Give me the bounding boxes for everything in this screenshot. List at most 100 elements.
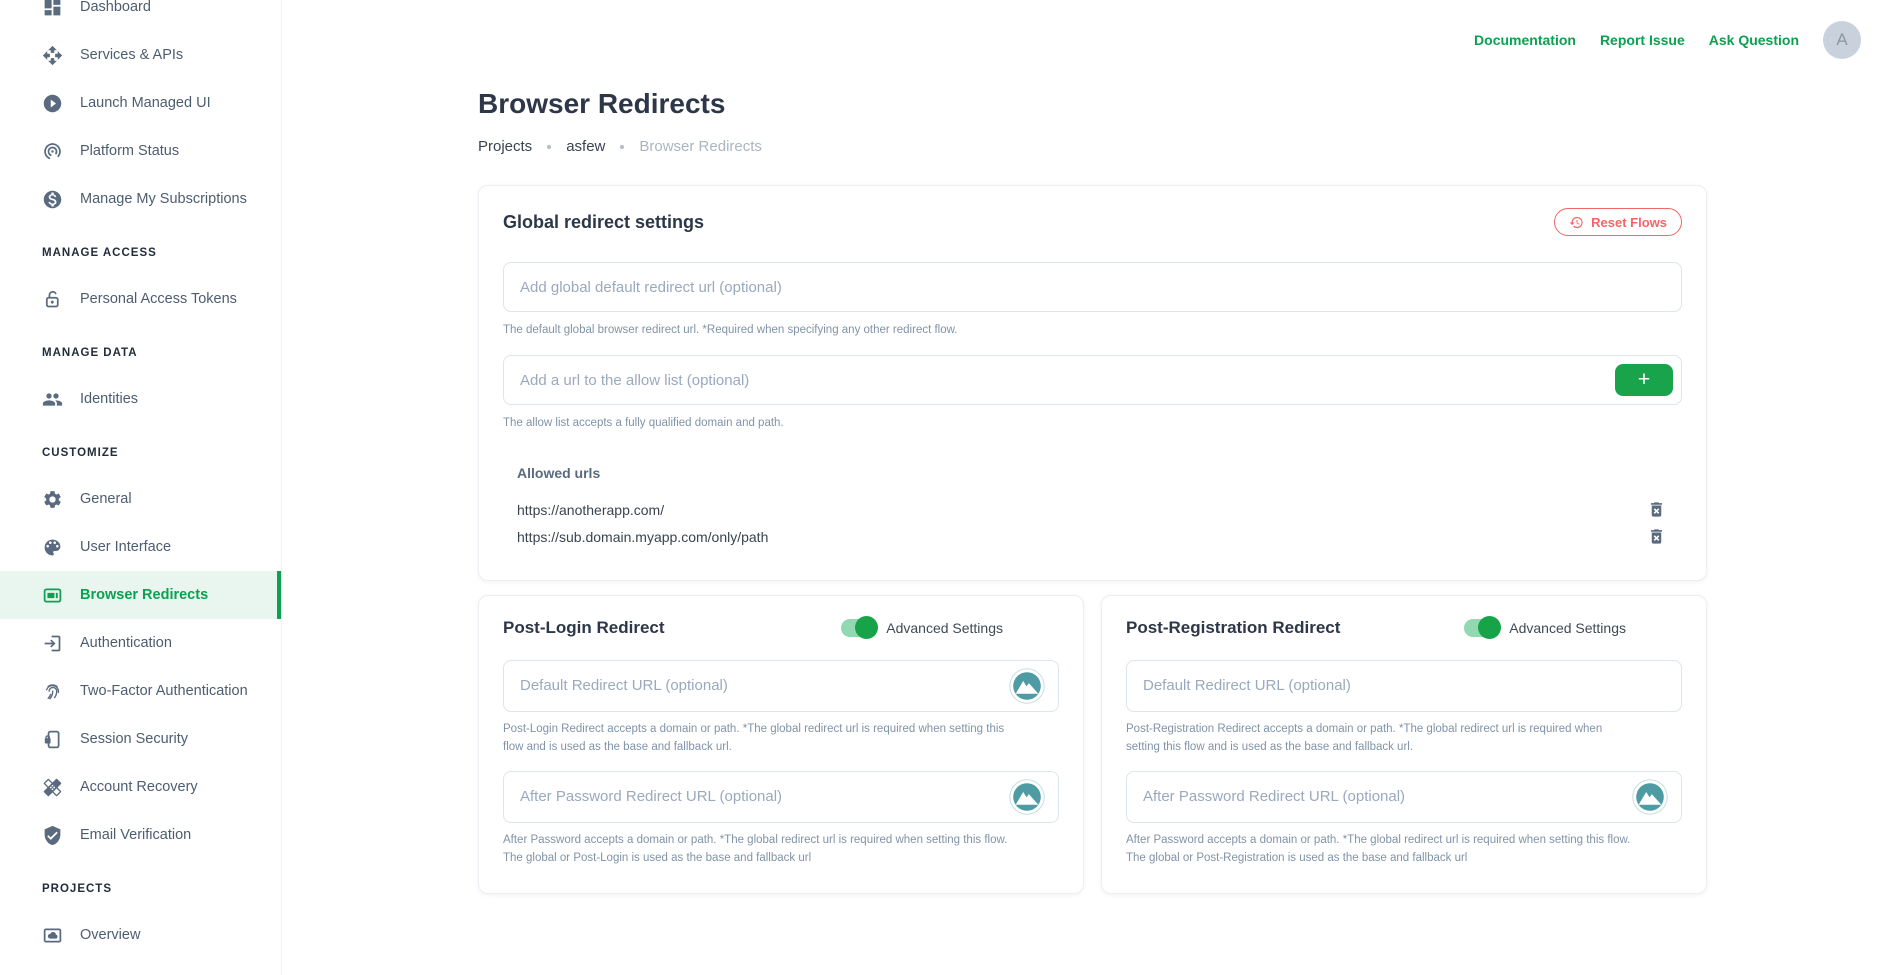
sidebar-item-authentication[interactable]: Authentication — [0, 619, 281, 667]
sidebar-item-label: Identities — [80, 391, 138, 407]
topbar-link-report-issue[interactable]: Report Issue — [1600, 32, 1685, 48]
post-login-advanced-toggle[interactable] — [841, 619, 876, 637]
sidebar-section-header: MANAGE DATA — [0, 331, 281, 375]
sidebar-item-dashboard[interactable]: Dashboard — [0, 0, 281, 31]
topbar: Documentation Report Issue Ask Question A — [282, 0, 1904, 66]
flow-cards-row: Post-Login Redirect Advanced Settings Po… — [478, 595, 1707, 895]
sidebar-item-label: Launch Managed UI — [80, 95, 211, 111]
sidebar-section-header: MANAGE ACCESS — [0, 231, 281, 275]
sidebar-nav-list: Dashboard Services & APIs Launch Managed U… — [0, 0, 281, 959]
sidebar-item-email-verification[interactable]: Email Verification — [0, 811, 281, 859]
post-login-after-help: After Password accepts a domain or path.… — [503, 831, 1008, 868]
post-registration-default-help: Post-Registration Redirect accepts a dom… — [1126, 720, 1631, 757]
sidebar-item-label: Personal Access Tokens — [80, 291, 237, 307]
breadcrumb-item: Browser Redirects — [639, 138, 762, 155]
sidebar-item-label: Email Verification — [80, 827, 191, 843]
healing-icon — [42, 777, 63, 798]
sidebar-section-header: CUSTOMIZE — [0, 431, 281, 475]
sidebar-item-personal-access-tokens[interactable]: Personal Access Tokens — [0, 275, 281, 323]
sidebar-item-user-interface[interactable]: User Interface — [0, 523, 281, 571]
sidebar-item-label: Overview — [80, 927, 140, 943]
sidebar-item-platform-status[interactable]: Platform Status — [0, 127, 281, 175]
topbar-link-ask-question[interactable]: Ask Question — [1709, 32, 1799, 48]
people-icon — [42, 389, 63, 410]
allowed-url-row: https://anotherapp.com/ — [517, 497, 1682, 523]
post-login-default-help: Post-Login Redirect accepts a domain or … — [503, 720, 1008, 757]
delete-url-button[interactable] — [1646, 527, 1666, 547]
breadcrumb-item[interactable]: asfew — [566, 138, 605, 155]
global-card-title: Global redirect settings — [503, 212, 704, 233]
post-registration-after-password-input[interactable] — [1126, 771, 1682, 823]
avatar[interactable]: A — [1823, 21, 1861, 59]
fingerprint-icon — [42, 681, 63, 702]
post-registration-title: Post-Registration Redirect — [1126, 618, 1340, 638]
sidebar-item-services-apis[interactable]: Services & APIs — [0, 31, 281, 79]
sidebar-section-header: PROJECTS — [0, 867, 281, 911]
post-registration-advanced-label: Advanced Settings — [1509, 620, 1626, 636]
sidebar-item-label: Platform Status — [80, 143, 179, 159]
password-manager-icon[interactable] — [1632, 779, 1668, 815]
sidebar-item-label: Authentication — [80, 635, 172, 651]
sidebar-item-launch-managed-ui[interactable]: Launch Managed UI — [0, 79, 281, 127]
post-login-title: Post-Login Redirect — [503, 618, 665, 638]
trash-x-icon — [1647, 534, 1666, 549]
breadcrumb-separator-dot — [620, 145, 624, 149]
allowed-url-row: https://sub.domain.myapp.com/only/path — [517, 524, 1682, 550]
post-registration-advanced-toggle[interactable] — [1464, 619, 1499, 637]
palette-icon — [42, 537, 63, 558]
sidebar-item-label: User Interface — [80, 539, 171, 555]
lock-open-icon — [42, 289, 63, 310]
sidebar-item-label: Browser Redirects — [80, 587, 208, 603]
post-login-advanced-label: Advanced Settings — [886, 620, 1003, 636]
overview-icon — [42, 925, 63, 946]
global-default-help: The default global browser redirect url.… — [503, 321, 1682, 339]
dollar-circle-icon — [42, 189, 63, 210]
post-registration-default-url-input[interactable] — [1126, 660, 1682, 712]
reset-flows-label: Reset Flows — [1591, 215, 1667, 230]
content: Browser Redirects Projects asfew Browser R… — [282, 66, 1707, 894]
sidebar-item-label: General — [80, 491, 132, 507]
browser-icon — [42, 585, 63, 606]
post-registration-after-help: After Password accepts a domain or path.… — [1126, 831, 1631, 868]
password-manager-icon[interactable] — [1009, 779, 1045, 815]
history-icon — [1569, 215, 1584, 230]
sidebar-item-label: Session Security — [80, 731, 188, 747]
post-login-after-password-input[interactable] — [503, 771, 1059, 823]
sidebar-item-label: Manage My Subscriptions — [80, 191, 247, 207]
sidebar-item-two-factor-authentication[interactable]: Two-Factor Authentication — [0, 667, 281, 715]
login-icon — [42, 633, 63, 654]
sidebar-item-label: Dashboard — [80, 0, 151, 15]
sidebar-item-session-security[interactable]: Session Security — [0, 715, 281, 763]
sidebar-item-browser-redirects[interactable]: Browser Redirects — [0, 571, 281, 619]
toggle-knob — [855, 616, 878, 639]
delete-url-button[interactable] — [1646, 500, 1666, 520]
sidebar-item-overview[interactable]: Overview — [0, 911, 281, 959]
breadcrumb-item[interactable]: Projects — [478, 138, 532, 155]
dashboard-icon — [42, 0, 63, 18]
sidebar-item-label: Services & APIs — [80, 47, 183, 63]
add-url-button[interactable]: + — [1615, 364, 1673, 396]
post-login-default-url-input[interactable] — [503, 660, 1059, 712]
allowed-url-text: https://anotherapp.com/ — [517, 502, 664, 518]
shield-check-icon — [42, 825, 63, 846]
allowed-urls-list: https://anotherapp.com/https://sub.domai… — [503, 497, 1682, 550]
reset-flows-button[interactable]: Reset Flows — [1554, 208, 1682, 236]
trash-x-icon — [1647, 507, 1666, 522]
post-registration-redirect-card: Post-Registration Redirect Advanced Sett… — [1101, 595, 1707, 895]
allowed-url-text: https://sub.domain.myapp.com/only/path — [517, 529, 768, 545]
global-default-redirect-input[interactable] — [503, 262, 1682, 312]
allow-list-url-input[interactable] — [503, 355, 1682, 405]
main-area: Documentation Report Issue Ask Question A B… — [282, 0, 1904, 894]
topbar-link-documentation[interactable]: Documentation — [1474, 32, 1576, 48]
sidebar-item-general[interactable]: General — [0, 475, 281, 523]
sidebar-item-account-recovery[interactable]: Account Recovery — [0, 763, 281, 811]
sidebar-item-manage-my-subscriptions[interactable]: Manage My Subscriptions — [0, 175, 281, 223]
password-manager-icon[interactable] — [1009, 668, 1045, 704]
sidebar-item-identities[interactable]: Identities — [0, 375, 281, 423]
page-title: Browser Redirects — [478, 88, 1707, 120]
status-rings-icon — [42, 141, 63, 162]
sidebar: Dashboard Services & APIs Launch Managed U… — [0, 0, 282, 975]
breadcrumb: Projects asfew Browser Redirects — [478, 138, 1707, 155]
post-login-redirect-card: Post-Login Redirect Advanced Settings Po… — [478, 595, 1084, 895]
toggle-knob — [1478, 616, 1501, 639]
